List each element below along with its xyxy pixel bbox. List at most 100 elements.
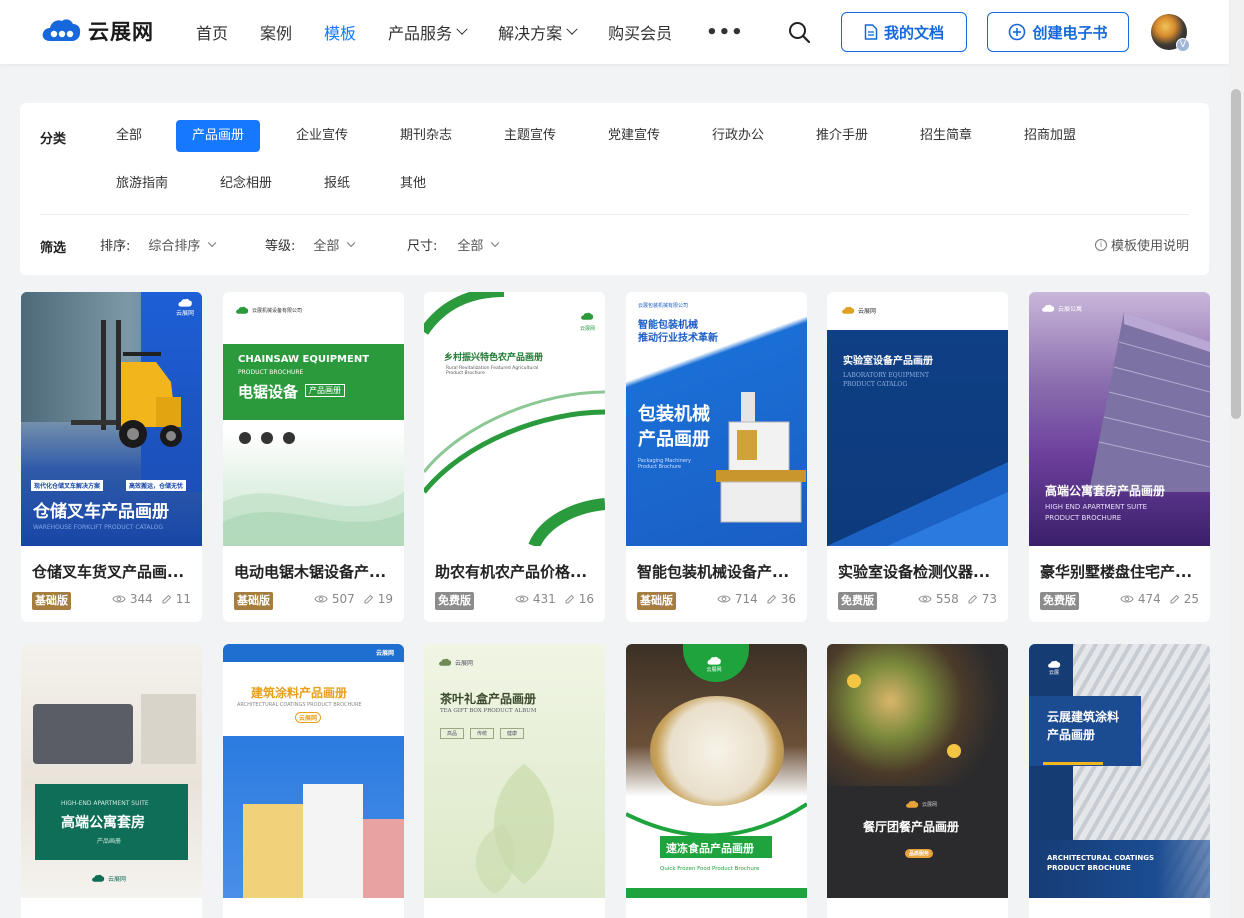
cloud-logo-icon — [236, 306, 249, 314]
nav-label: 解决方案 — [498, 24, 563, 43]
template-card[interactable]: 云展网 乡村振兴特色农产品画册 Rural Revitalization Fea… — [424, 292, 605, 622]
nav-home[interactable]: 首页 — [196, 20, 228, 44]
category-other[interactable]: 其他 — [384, 168, 442, 200]
sort-dropdown[interactable]: 综合排序 — [148, 235, 217, 254]
category-all[interactable]: 全部 — [100, 120, 158, 152]
thumb-title: 乡村振兴特色农产品画册 — [444, 353, 544, 363]
category-memorial[interactable]: 纪念相册 — [204, 168, 288, 200]
create-ebook-button[interactable]: 创建电子书 — [987, 12, 1129, 52]
category-theme[interactable]: 主题宣传 — [488, 120, 572, 152]
template-thumbnail: 云展机械设备有限公司 CHAINSAW EQUIPMENT PRODUCT BR… — [223, 292, 404, 546]
logo-text: 云展网 — [88, 20, 154, 44]
template-card[interactable]: 云展网 餐厅团餐产品画册 品质服务 — [827, 644, 1008, 918]
my-documents-button[interactable]: 我的文档 — [841, 12, 967, 52]
edit-count: 16 — [578, 592, 594, 606]
thumb-en-sub: PRODUCT BROCHURE — [238, 369, 304, 376]
cloud-logo-icon — [581, 312, 594, 320]
nav-templates[interactable]: 模板 — [324, 20, 356, 44]
eye-icon — [112, 595, 126, 603]
thumb-heading: 推动行业技术革新 — [638, 333, 718, 344]
triangle-decoration — [827, 462, 1008, 546]
filter-panel: 分类 全部 产品画册 企业宣传 期刊杂志 主题宣传 党建宣传 行政办公 推介手册… — [20, 103, 1209, 275]
template-thumbnail: 云展公寓 高端公寓套房产品画册 HIGH END APARTMENT SUITE… — [1029, 292, 1210, 546]
site-logo[interactable]: 云展网 — [40, 16, 154, 46]
template-thumbnail: 云展包装机械有限公司 智能包装机械 推动行业技术革新 包装机械 产品画册 Pac… — [626, 292, 807, 546]
thumb-title: 云展建筑涂料 — [1047, 710, 1120, 724]
tier-badge: 基础版 — [234, 592, 273, 610]
thumb-company: 云展机械设备有限公司 — [235, 306, 302, 315]
eye-icon — [515, 595, 529, 603]
template-card[interactable]: 云展机械设备有限公司 CHAINSAW EQUIPMENT PRODUCT BR… — [223, 292, 404, 622]
thumb-logo: 云展网 — [706, 656, 722, 673]
view-count: 431 — [532, 592, 556, 606]
template-card[interactable]: 云展公寓 高端公寓套房产品画册 HIGH END APARTMENT SUITE… — [1029, 292, 1210, 622]
thumb-feature-icons — [239, 432, 295, 444]
thumb-tag: 现代化仓储叉车解决方案 — [31, 480, 104, 491]
scrollbar-thumb[interactable] — [1231, 89, 1241, 419]
category-office[interactable]: 行政办公 — [696, 120, 780, 152]
nav-membership[interactable]: 购买会员 — [608, 20, 672, 44]
card-title: 实验室设备检测仪器... — [838, 563, 991, 581]
eye-icon — [1120, 595, 1134, 603]
chevron-down-icon — [566, 23, 578, 35]
thumb-title: 产品画册 — [638, 429, 710, 450]
category-newspaper[interactable]: 报纸 — [308, 168, 366, 200]
size-value: 全部 — [457, 239, 484, 254]
nav-cases[interactable]: 案例 — [260, 20, 292, 44]
template-card[interactable]: HIGH-END APARTMENT SUITE 高端公寓套房 产品画册 云展网 — [21, 644, 202, 918]
category-enrollment[interactable]: 招生简章 — [904, 120, 988, 152]
thumb-logo-text: 云展网 — [922, 802, 938, 808]
edit-count: 25 — [1183, 592, 1199, 606]
chevron-down-icon — [456, 23, 468, 35]
level-label: 等级: — [265, 239, 296, 254]
card-stats: 507 19 — [314, 592, 393, 606]
thumb-logo-text: 云展网 — [455, 660, 474, 667]
template-card[interactable]: 云展网 现代化仓储叉车解决方案 高效搬运，仓储无忧 仓储叉车产品画册 WAREH… — [21, 292, 202, 622]
cloud-logo-icon — [1042, 304, 1055, 312]
thumb-title: 实验室设备产品画册 — [843, 356, 933, 367]
template-card[interactable]: 云展网 茶叶礼盒产品画册 TEA GIFT BOX PRODUCT ALBUM … — [424, 644, 605, 918]
category-party[interactable]: 党建宣传 — [592, 120, 676, 152]
thumb-logo: 云展公寓 — [1041, 304, 1082, 313]
card-title: 豪华别墅楼盘住宅产... — [1040, 563, 1193, 581]
nav-label: 购买会员 — [608, 24, 673, 43]
template-card[interactable]: 云展网 速冻食品产品画册 Quick Frozen Food Product B… — [626, 644, 807, 918]
category-promotion[interactable]: 推介手册 — [800, 120, 884, 152]
search-icon[interactable] — [787, 20, 811, 44]
thumb-tag: 健康 — [500, 728, 525, 739]
user-avatar[interactable]: V — [1151, 14, 1190, 52]
category-travel[interactable]: 旅游指南 — [100, 168, 184, 200]
edit-count: 11 — [175, 592, 191, 606]
packaging-machine-image — [716, 392, 806, 523]
template-card[interactable]: 云展 云展建筑涂料 产品画册 ARCHITECTURAL COATINGS PR… — [1029, 644, 1210, 918]
level-filter: 等级: 全部 — [265, 235, 356, 254]
level-dropdown[interactable]: 全部 — [313, 235, 356, 254]
category-corporate[interactable]: 企业宣传 — [280, 120, 364, 152]
size-dropdown[interactable]: 全部 — [457, 235, 500, 254]
template-thumbnail: 云展网 速冻食品产品画册 Quick Frozen Food Product B… — [626, 644, 807, 898]
thumb-subtitle: WAREHOUSE FORKLIFT PRODUCT CATALOG — [33, 524, 164, 531]
nav-more[interactable]: ••• — [704, 22, 744, 43]
nav-solutions[interactable]: 解决方案 — [498, 20, 578, 44]
thumb-tag: 产品画册 — [97, 838, 122, 845]
cloud-logo-icon — [92, 874, 105, 882]
thumb-en-title: HIGH-END APARTMENT SUITE — [61, 800, 149, 807]
template-card[interactable]: 云展包装机械有限公司 智能包装机械 推动行业技术革新 包装机械 产品画册 Pac… — [626, 292, 807, 622]
template-help-link[interactable]: i 模板使用说明 — [1094, 235, 1189, 254]
nav-products[interactable]: 产品服务 — [388, 20, 468, 44]
forklift-image — [71, 320, 182, 448]
thumb-title: 建筑涂料产品画册 — [251, 686, 348, 700]
category-magazine[interactable]: 期刊杂志 — [384, 120, 468, 152]
thumb-logo-text: 云展网 — [858, 308, 877, 315]
thumb-en-title: PRODUCT BROCHURE — [1047, 864, 1131, 872]
thumb-logo: 云展网 — [905, 800, 937, 809]
nav-label: 模板 — [324, 24, 357, 43]
template-card[interactable]: 云展网 建筑涂料产品画册 ARCHITECTURAL COATINGS PROD… — [223, 644, 404, 918]
thumb-logo: 云展网 — [841, 306, 876, 315]
template-card[interactable]: 云展网 实验室设备产品画册 LABORATORY EQUIPMENT PRODU… — [827, 292, 1008, 622]
category-product-album[interactable]: 产品画册 — [176, 120, 261, 152]
category-franchise[interactable]: 招商加盟 — [1008, 120, 1092, 152]
info-icon: i — [1094, 238, 1107, 251]
thumb-logo: 云展网 — [580, 306, 595, 332]
cloud-logo-icon — [439, 658, 452, 666]
